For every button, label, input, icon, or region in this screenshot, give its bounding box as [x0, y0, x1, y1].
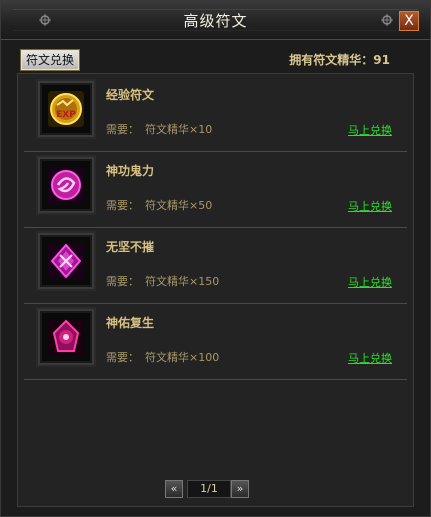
requirement-prefix: 需要： [106, 351, 139, 364]
redeem-button[interactable]: 马上兑换 [348, 198, 392, 214]
next-page-button[interactable]: » [231, 480, 249, 498]
requirement-text: 符文精华×50 [145, 199, 213, 212]
item-icon-frame [38, 233, 94, 289]
item-name: 神功鬼力 [106, 164, 155, 178]
pierce-rune-icon [48, 243, 84, 279]
item-requirement: 需要： 符文精华×50 [106, 197, 212, 213]
item-list-panel: EXP 经验符文 需要： 符文精华×10 马上兑换 神功鬼力 需要： 符文精华×50… [17, 73, 414, 507]
redeem-button[interactable]: 马上兑换 [348, 122, 392, 138]
list-item: 神佑复生 需要： 符文精华×100 马上兑换 [24, 304, 407, 380]
pin-right-icon [381, 14, 393, 26]
item-icon-frame: EXP [38, 81, 94, 137]
list-item: 神功鬼力 需要： 符文精华×50 马上兑换 [24, 152, 407, 228]
revive-rune-icon [48, 319, 84, 355]
page-indicator: 1/1 [187, 480, 231, 498]
close-button[interactable]: X [399, 11, 419, 31]
item-requirement: 需要： 符文精华×150 [106, 273, 219, 289]
window-title: 高级符文 [183, 12, 248, 30]
tab-rune-exchange[interactable]: 符文兑换 [20, 49, 80, 71]
requirement-prefix: 需要： [106, 199, 139, 212]
item-requirement: 需要： 符文精华×100 [106, 349, 219, 365]
svg-text:EXP: EXP [56, 110, 76, 120]
divider [24, 379, 407, 380]
list-item: EXP 经验符文 需要： 符文精华×10 马上兑换 [24, 76, 407, 152]
redeem-button[interactable]: 马上兑换 [348, 274, 392, 290]
redeem-button[interactable]: 马上兑换 [348, 350, 392, 366]
requirement-text: 符文精华×150 [145, 275, 220, 288]
item-name: 无坚不摧 [106, 240, 155, 254]
requirement-text: 符文精华×100 [145, 351, 220, 364]
item-requirement: 需要： 符文精华×10 [106, 121, 212, 137]
item-name: 神佑复生 [106, 316, 155, 330]
item-icon-frame [38, 157, 94, 213]
title-bar[interactable]: 高级符文 X [1, 1, 430, 40]
requirement-prefix: 需要： [106, 275, 139, 288]
item-icon-frame [38, 309, 94, 365]
requirement-text: 符文精华×10 [145, 123, 213, 136]
power-rune-icon [48, 167, 84, 203]
exp-rune-icon: EXP [48, 91, 84, 127]
essence-count: 拥有符文精华：91 [289, 53, 390, 67]
item-name: 经验符文 [106, 88, 155, 102]
prev-page-button[interactable]: « [165, 480, 183, 498]
requirement-prefix: 需要： [106, 123, 139, 136]
rune-exchange-window: 高级符文 X 符文兑换 拥有符文精华：91 EXP 经验符文 需要： 符文精华×1… [0, 0, 431, 517]
list-item: 无坚不摧 需要： 符文精华×150 马上兑换 [24, 228, 407, 304]
